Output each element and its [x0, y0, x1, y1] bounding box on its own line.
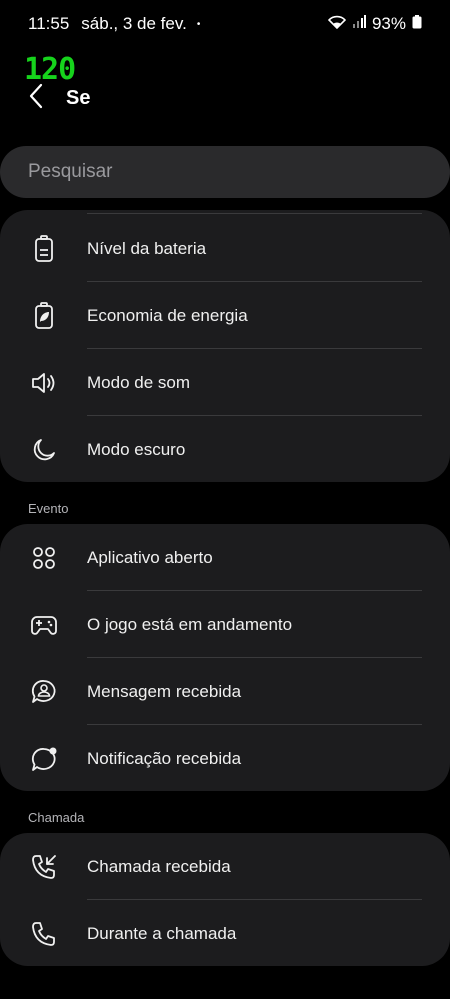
list-item-during-call[interactable]: Durante a chamada — [0, 900, 450, 967]
phone-icon — [28, 918, 60, 950]
apps-grid-icon — [28, 542, 60, 574]
list-item-label: Aplicativo aberto — [87, 547, 213, 567]
list-item-game-running[interactable]: O jogo está em andamento — [0, 591, 450, 658]
list-item-app-opened[interactable]: Aplicativo aberto — [0, 524, 450, 591]
chevron-left-icon — [28, 83, 44, 114]
conditions-card-event: Aplicativo aberto O jogo está em andamen… — [0, 524, 450, 791]
list-item-label: Modo escuro — [87, 439, 186, 459]
battery-icon — [28, 233, 60, 265]
status-date: sáb., 3 de fev. — [81, 14, 187, 33]
list-item-label: Chamada recebida — [87, 856, 231, 876]
conditions-card-call: Chamada recebida Durante a chamada — [0, 833, 450, 966]
moon-icon — [28, 434, 60, 466]
gamepad-icon — [28, 609, 60, 641]
page-title: Se — [66, 86, 91, 109]
search-input[interactable]: Pesquisar — [0, 146, 450, 198]
list-item-label: Mensagem recebida — [87, 681, 242, 701]
divider — [87, 213, 422, 214]
battery-percent: 93% — [371, 14, 406, 33]
section-label-call: Chamada — [28, 810, 85, 825]
speaker-icon — [28, 367, 60, 399]
status-dot: • — [196, 18, 201, 30]
incoming-call-icon — [28, 851, 60, 883]
back-button[interactable] — [28, 83, 52, 114]
battery-status-icon — [412, 14, 422, 34]
notification-bubble-icon — [28, 743, 60, 775]
list-item-label: Nível da bateria — [87, 238, 207, 258]
page-header: Se — [28, 80, 422, 116]
status-right: 93% — [327, 14, 422, 34]
wifi-icon — [327, 14, 347, 34]
list-item-sound-mode[interactable]: Modo de som — [0, 349, 450, 416]
battery-saver-icon — [28, 300, 60, 332]
list-item-label: Economia de energia — [87, 305, 248, 325]
list-item-message-received[interactable]: Mensagem recebida — [0, 658, 450, 725]
message-person-icon — [28, 676, 60, 708]
list-item-label: Modo de som — [87, 372, 190, 392]
conditions-card-device: Nível da bateria Economia de energia Mod… — [0, 210, 450, 482]
list-item-notification-received[interactable]: Notificação recebida — [0, 725, 450, 792]
signal-icon — [352, 14, 366, 34]
list-item-incoming-call[interactable]: Chamada recebida — [0, 833, 450, 900]
list-item-power-saving[interactable]: Economia de energia — [0, 282, 450, 349]
search-placeholder: Pesquisar — [28, 161, 113, 182]
status-bar: 11:55 sáb., 3 de fev. • 93% — [0, 0, 450, 48]
list-item-label: Notificação recebida — [87, 748, 242, 768]
list-item-label: Durante a chamada — [87, 923, 237, 943]
list-item-dark-mode[interactable]: Modo escuro — [0, 416, 450, 483]
section-label-event: Evento — [28, 501, 69, 516]
list-item-battery-level[interactable]: Nível da bateria — [0, 215, 450, 282]
list-item-label: O jogo está em andamento — [87, 614, 293, 634]
status-time: 11:55 — [28, 14, 70, 33]
